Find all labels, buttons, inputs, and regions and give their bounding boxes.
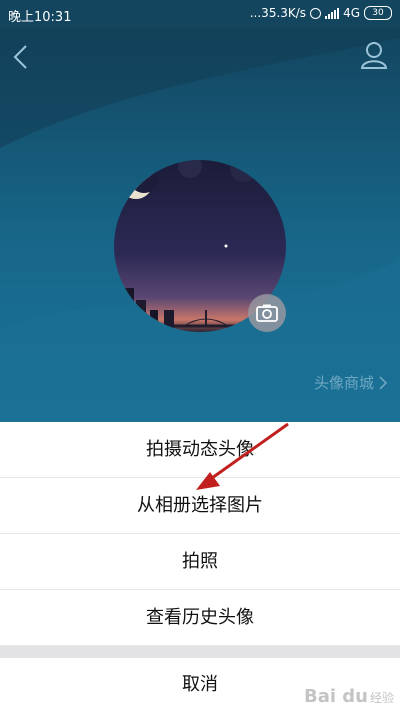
avatar-mall-label: 头像商城 <box>313 374 374 392</box>
signal-icon <box>325 7 340 19</box>
alarm-icon <box>310 7 322 19</box>
network-type: 4G <box>343 6 360 20</box>
profile-button[interactable] <box>360 40 388 70</box>
choose-from-album-option[interactable]: 从相册选择图片 <box>0 478 400 534</box>
user-icon <box>360 42 388 69</box>
network-speed: ...35.3K/s <box>249 6 307 20</box>
take-dynamic-avatar-option[interactable]: 拍摄动态头像 <box>0 422 400 478</box>
chevron-right-icon <box>379 375 388 390</box>
status-bar: 晚上10:31 ...35.3K/s 4G 30 <box>0 0 400 28</box>
change-avatar-camera-button[interactable] <box>248 294 286 332</box>
battery-icon: 30 <box>364 6 392 20</box>
view-history-avatars-option[interactable]: 查看历史头像 <box>0 590 400 645</box>
sheet-divider <box>0 646 400 658</box>
watermark-sub: 经验 <box>369 691 394 705</box>
status-time: 晚上10:31 <box>8 10 72 25</box>
avatar-mall-link[interactable]: 头像商城 <box>314 372 388 393</box>
camera-icon <box>256 304 278 322</box>
chevron-left-icon <box>13 45 27 69</box>
take-photo-option[interactable]: 拍照 <box>0 534 400 590</box>
action-sheet: 拍摄动态头像 从相册选择图片 拍照 查看历史头像 <box>0 422 400 645</box>
status-indicators: ...35.3K/s 4G 30 <box>250 6 392 20</box>
back-button[interactable] <box>10 42 34 72</box>
watermark-brand: Bai du <box>303 686 368 707</box>
watermark-logo: Bai du 经验 <box>304 686 394 707</box>
avatar-header: 头像商城 <box>0 28 400 422</box>
